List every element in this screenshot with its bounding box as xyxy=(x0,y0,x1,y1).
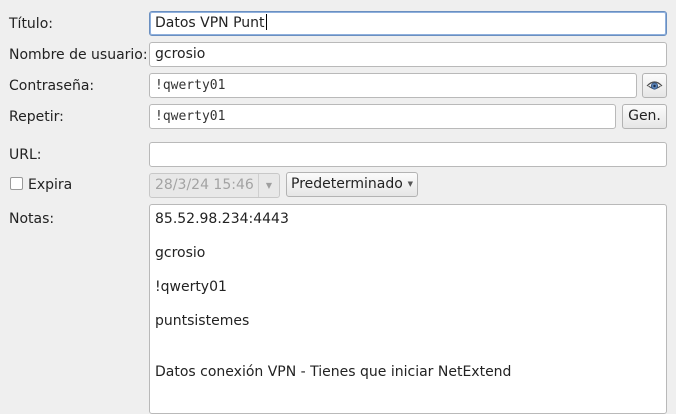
title-label: Título: xyxy=(9,16,53,32)
repeat-password-input-value: !qwerty01 xyxy=(155,109,226,124)
chevron-down-icon[interactable]: ▼ xyxy=(258,174,279,197)
notes-textarea[interactable]: 85.52.98.234:4443 gcrosio !qwerty01 punt… xyxy=(149,204,667,414)
notes-line: gcrosio xyxy=(155,245,206,261)
expires-label: Expira xyxy=(28,177,73,193)
repeat-label: Repetir: xyxy=(9,109,64,125)
url-label: URL: xyxy=(9,147,42,163)
expiry-preset-select[interactable]: Predeterminado ▼ xyxy=(286,172,418,197)
url-input[interactable] xyxy=(149,142,667,167)
username-input[interactable]: gcrosio xyxy=(149,42,667,67)
username-label: Nombre de usuario: xyxy=(9,47,148,63)
password-label: Contraseña: xyxy=(9,78,95,94)
username-input-value: gcrosio xyxy=(155,46,206,62)
notes-line: puntsistemes xyxy=(155,313,250,329)
title-input[interactable]: Datos VPN Punt xyxy=(149,11,667,36)
expires-checkbox[interactable] xyxy=(10,177,23,190)
password-input[interactable]: !qwerty01 xyxy=(149,73,637,98)
repeat-password-input[interactable]: !qwerty01 xyxy=(149,104,616,129)
title-input-value: Datos VPN Punt xyxy=(155,15,265,31)
notes-line: Datos conexión VPN - Tienes que iniciar … xyxy=(155,364,512,380)
notes-label: Notas: xyxy=(9,211,55,227)
generate-password-button[interactable]: Gen. xyxy=(622,104,667,129)
expiry-date-picker[interactable]: 28/3/24 15:46 ▼ xyxy=(149,173,280,198)
notes-line: 85.52.98.234:4443 xyxy=(155,211,289,227)
text-caret xyxy=(265,14,267,30)
notes-line: !qwerty01 xyxy=(155,279,227,295)
expiry-date-value: 28/3/24 15:46 xyxy=(155,177,254,193)
expiry-preset-value: Predeterminado xyxy=(291,176,403,192)
chevron-down-icon: ▼ xyxy=(407,180,413,188)
eye-icon xyxy=(646,81,663,90)
toggle-password-visibility-button[interactable] xyxy=(642,73,667,98)
password-input-value: !qwerty01 xyxy=(155,78,226,93)
